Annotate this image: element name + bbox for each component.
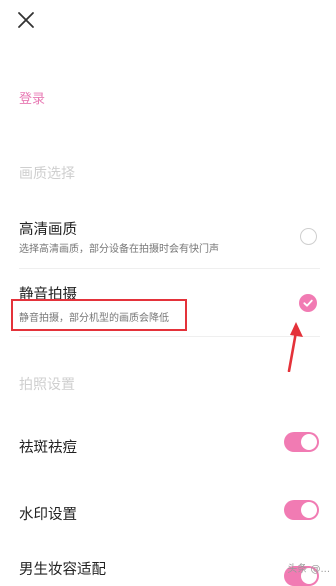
toggle-knob (301, 434, 317, 450)
quality-section-title: 画质选择 (19, 166, 75, 182)
annotation-highlight-box (11, 299, 187, 331)
login-link[interactable]: 登录 (19, 88, 45, 107)
check-icon (303, 299, 313, 307)
hd-quality-title: 高清画质 (19, 222, 77, 238)
corner-watermark: 头条 @... (287, 564, 330, 575)
male-makeup-title: 男生妆容适配 (19, 562, 106, 578)
freckle-acne-toggle[interactable] (284, 432, 319, 452)
hd-quality-radio[interactable] (300, 228, 317, 245)
hd-quality-desc: 选择高清画质，部分设备在拍摄时会有快门声 (19, 244, 219, 255)
silent-capture-radio[interactable] (299, 294, 317, 312)
photo-section-title: 拍照设置 (19, 377, 75, 393)
divider (19, 268, 320, 269)
toggle-knob (301, 502, 317, 518)
freckle-acne-title: 祛斑祛痘 (19, 440, 77, 456)
watermark-setting-toggle[interactable] (284, 500, 319, 520)
watermark-setting-title: 水印设置 (19, 507, 77, 523)
close-icon (18, 12, 34, 28)
divider (19, 336, 320, 337)
annotation-arrow-icon (287, 322, 303, 372)
close-button[interactable] (16, 10, 36, 30)
